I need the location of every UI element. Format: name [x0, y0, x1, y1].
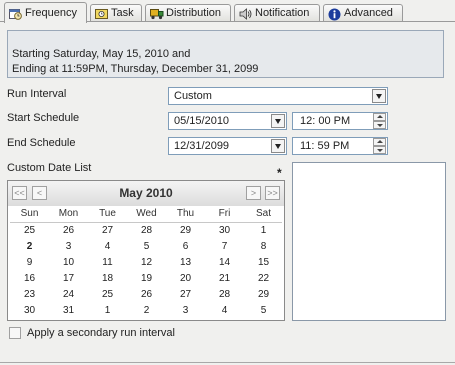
- distribution-truck-icon: [150, 8, 164, 19]
- info-icon: [328, 8, 341, 20]
- required-marker: *: [277, 166, 282, 180]
- run-interval-select[interactable]: Custom: [168, 87, 388, 105]
- calendar-day[interactable]: 8: [244, 239, 283, 255]
- tab-strip: Frequency Task Distribution Notification…: [0, 0, 455, 23]
- calendar-day[interactable]: 20: [166, 271, 205, 287]
- start-schedule-label: Start Schedule: [7, 112, 80, 124]
- next-year-button[interactable]: >>: [265, 186, 280, 200]
- task-icon: [95, 8, 108, 19]
- calendar-day[interactable]: 26: [49, 223, 88, 239]
- calendar-day[interactable]: 25: [88, 287, 127, 303]
- calendar-day[interactable]: 25: [10, 223, 49, 239]
- spin-up-icon[interactable]: [373, 138, 386, 146]
- calendar-day[interactable]: 30: [10, 303, 49, 319]
- calendar-day[interactable]: 11: [88, 255, 127, 271]
- calendar-day[interactable]: 26: [127, 287, 166, 303]
- start-date-value: 05/15/2010: [174, 115, 230, 127]
- date-picker-calendar: << < May 2010 > >> Sun Mon Tue Wed Thu F…: [7, 180, 285, 321]
- tab-distribution[interactable]: Distribution: [145, 4, 231, 21]
- calendar-day[interactable]: 13: [166, 255, 205, 271]
- calendar-day[interactable]: 22: [244, 271, 283, 287]
- tab-notification[interactable]: Notification: [234, 4, 320, 21]
- calendar-day[interactable]: 23: [10, 287, 49, 303]
- calendar-day[interactable]: 29: [244, 287, 283, 303]
- calendar-day[interactable]: 5: [244, 303, 283, 319]
- custom-date-listbox[interactable]: [292, 162, 446, 321]
- chevron-down-icon[interactable]: [271, 114, 285, 128]
- weekday-header: Sat: [255, 208, 271, 219]
- calendar-day[interactable]: 19: [127, 271, 166, 287]
- speaker-icon: [239, 7, 252, 20]
- calendar-day[interactable]: 9: [10, 255, 49, 271]
- secondary-interval-checkbox[interactable]: [9, 327, 21, 339]
- summary-start: Starting Saturday, May 15, 2010 and: [12, 48, 191, 60]
- tab-label: Notification: [255, 7, 310, 19]
- start-date-select[interactable]: 05/15/2010: [168, 112, 287, 130]
- chevron-down-icon[interactable]: [372, 89, 386, 103]
- calendar-day[interactable]: 3: [166, 303, 205, 319]
- calendar-day[interactable]: 6: [166, 239, 205, 255]
- end-time-value: 11: 59 PM: [300, 140, 350, 152]
- chevron-down-icon[interactable]: [271, 139, 285, 153]
- calendar-day[interactable]: 21: [205, 271, 244, 287]
- calendar-day[interactable]: 1: [244, 223, 283, 239]
- end-date-select[interactable]: 12/31/2099: [168, 137, 287, 155]
- calendar-day[interactable]: 2: [127, 303, 166, 319]
- end-date-value: 12/31/2099: [174, 140, 230, 152]
- tab-label: Distribution: [166, 7, 222, 19]
- calendar-day[interactable]: 3: [49, 239, 88, 255]
- summary-end: Ending at 11:59PM, Thursday, December 31…: [12, 63, 259, 75]
- calendar-day[interactable]: 18: [88, 271, 127, 287]
- tab-label: Task: [111, 7, 134, 19]
- calendar-day[interactable]: 17: [49, 271, 88, 287]
- calendar-day[interactable]: 29: [166, 223, 205, 239]
- bottom-divider: [0, 362, 455, 363]
- weekday-header: Wed: [136, 208, 157, 219]
- calendar-day[interactable]: 4: [205, 303, 244, 319]
- tab-advanced[interactable]: Advanced: [323, 4, 403, 21]
- calendar-day[interactable]: 24: [49, 287, 88, 303]
- calendar-day[interactable]: 12: [127, 255, 166, 271]
- schedule-summary: Starting Saturday, May 15, 2010 and Endi…: [7, 30, 444, 78]
- weekday-header: Sun: [20, 208, 39, 219]
- calendar-day[interactable]: 1: [88, 303, 127, 319]
- calendar-day[interactable]: 4: [88, 239, 127, 255]
- end-time-spinner[interactable]: 11: 59 PM: [292, 137, 388, 155]
- next-month-button[interactable]: >: [246, 186, 261, 200]
- calendar-day[interactable]: 5: [127, 239, 166, 255]
- calendar-day-today[interactable]: 2: [10, 239, 49, 255]
- calendar-day[interactable]: 27: [88, 223, 127, 239]
- start-time-spinner[interactable]: 12: 00 PM: [292, 112, 388, 130]
- weekday-header: Mon: [58, 208, 79, 219]
- tab-frequency[interactable]: Frequency: [4, 2, 87, 23]
- calendar-day[interactable]: 10: [49, 255, 88, 271]
- calendar-day[interactable]: 14: [205, 255, 244, 271]
- calendar-day[interactable]: 15: [244, 255, 283, 271]
- weekday-header: Fri: [218, 208, 231, 219]
- calendar-day[interactable]: 31: [49, 303, 88, 319]
- calendar-clock-icon: [9, 8, 22, 20]
- spin-down-icon[interactable]: [373, 146, 386, 154]
- calendar-day[interactable]: 28: [127, 223, 166, 239]
- weekday-header: Thu: [176, 208, 195, 219]
- tab-task[interactable]: Task: [90, 4, 142, 21]
- secondary-interval-label: Apply a secondary run interval: [27, 327, 175, 339]
- calendar-day[interactable]: 30: [205, 223, 244, 239]
- tab-label: Frequency: [25, 7, 77, 19]
- calendar-header: << < May 2010 > >>: [8, 181, 284, 206]
- run-interval-label: Run Interval: [7, 88, 67, 100]
- weekday-header: Tue: [99, 208, 116, 219]
- spin-down-icon[interactable]: [373, 121, 386, 129]
- calendar-month-title: May 2010: [119, 186, 173, 200]
- calendar-day[interactable]: 27: [166, 287, 205, 303]
- calendar-day[interactable]: 16: [10, 271, 49, 287]
- end-schedule-label: End Schedule: [7, 137, 76, 149]
- calendar-day[interactable]: 7: [205, 239, 244, 255]
- calendar-day[interactable]: 28: [205, 287, 244, 303]
- run-interval-value: Custom: [174, 90, 212, 102]
- tab-label: Advanced: [344, 7, 393, 19]
- custom-date-list-label: Custom Date List: [7, 162, 92, 174]
- spin-up-icon[interactable]: [373, 113, 386, 121]
- start-time-value: 12: 00 PM: [300, 115, 351, 127]
